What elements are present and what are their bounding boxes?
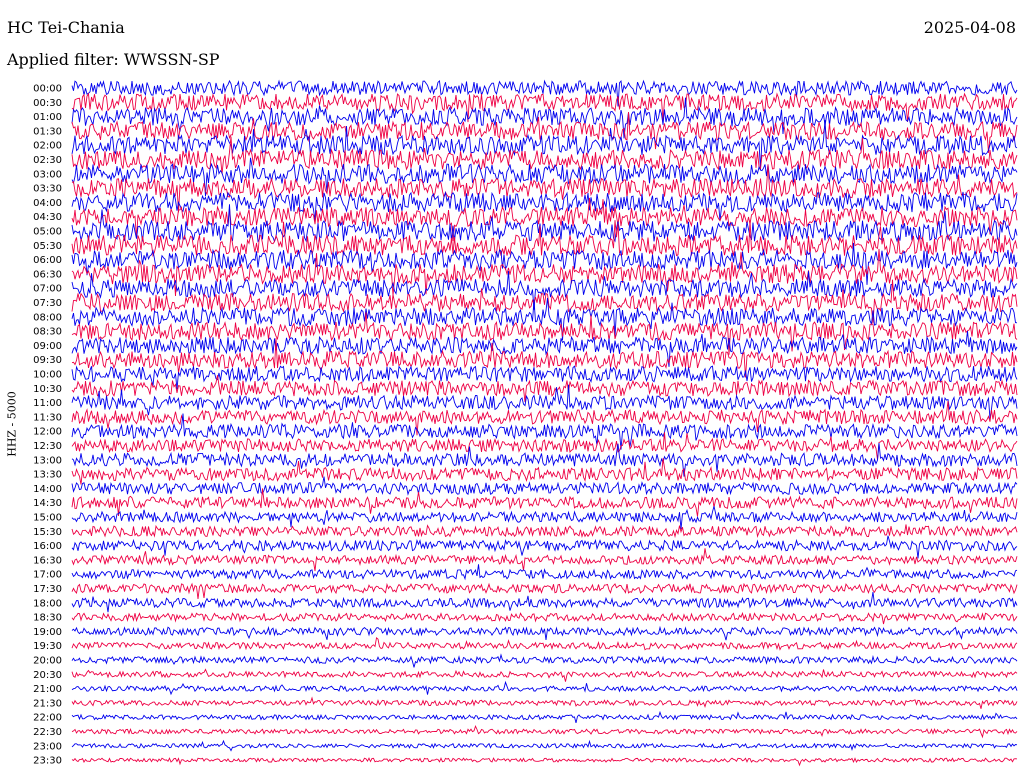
- record-date: 2025-04-08: [923, 18, 1016, 37]
- row-label-1900: 19:00: [33, 627, 62, 638]
- row-label-2330: 23:30: [33, 756, 62, 767]
- row-label-1430: 14:30: [33, 498, 62, 509]
- row-label-0900: 09:00: [33, 341, 62, 352]
- trace-row-1600: [71, 535, 1018, 559]
- trace-row-2230: [71, 724, 1018, 739]
- row-label-2100: 21:00: [33, 684, 62, 695]
- row-label-0530: 05:30: [33, 241, 62, 252]
- trace-row-0500: [71, 204, 1018, 244]
- row-label-0930: 09:30: [33, 355, 62, 366]
- row-label-1330: 13:30: [33, 470, 62, 481]
- row-label-1930: 19:30: [33, 641, 62, 652]
- row-label-0830: 08:30: [33, 327, 62, 338]
- trace-row-2030: [71, 668, 1018, 682]
- trace-row-1830: [71, 611, 1018, 625]
- row-label-0100: 01:00: [33, 112, 62, 123]
- row-label-2230: 22:30: [33, 727, 62, 738]
- trace-row-1130: [71, 401, 1018, 436]
- trace-row-1930: [71, 636, 1018, 651]
- row-label-0700: 07:00: [33, 284, 62, 295]
- trace-row-0130: [71, 111, 1018, 153]
- row-label-2200: 22:00: [33, 713, 62, 724]
- row-label-0800: 08:00: [33, 312, 62, 323]
- filter-label: Applied filter:: [7, 50, 119, 69]
- helicorder-plot: 00:00 00:30 01:00 01:30 02:00 02:30 03:00 03:30…: [33, 79, 1018, 767]
- trace-row-1530: [71, 524, 1018, 539]
- row-label-0300: 03:00: [33, 169, 62, 180]
- trace-row-1030: [71, 375, 1018, 403]
- trace-row-2200: [71, 710, 1018, 724]
- trace-row-1500: [71, 506, 1018, 530]
- row-label-0130: 01:30: [33, 126, 62, 137]
- row-label-0000: 00:00: [33, 84, 62, 95]
- trace-row-1630: [71, 548, 1018, 572]
- trace-row-1730: [71, 582, 1018, 599]
- row-label-1200: 12:00: [33, 427, 62, 438]
- trace-row-1100: [71, 384, 1018, 419]
- trace-row-1230: [71, 432, 1018, 460]
- row-label-0730: 07:30: [33, 298, 62, 309]
- row-label-0500: 05:00: [33, 227, 62, 238]
- row-label-1030: 10:30: [33, 384, 62, 395]
- row-label-2030: 20:30: [33, 670, 62, 681]
- trace-row-1700: [71, 564, 1018, 581]
- row-label-1630: 16:30: [33, 555, 62, 566]
- row-label-1700: 17:00: [33, 570, 62, 581]
- row-label-1530: 15:30: [33, 527, 62, 538]
- trace-row-2000: [71, 653, 1018, 668]
- row-label-0430: 04:30: [33, 212, 62, 223]
- row-label-2300: 23:00: [33, 741, 62, 752]
- row-label-0630: 06:30: [33, 269, 62, 280]
- trace-row-1800: [71, 591, 1018, 613]
- trace-layer: [71, 79, 1018, 767]
- trace-row-2300: [71, 739, 1018, 752]
- channel-label: HHZ - 5000: [5, 391, 19, 457]
- row-label-1230: 12:30: [33, 441, 62, 452]
- trace-row-1400: [71, 476, 1018, 496]
- trace-row-2100: [71, 680, 1018, 696]
- row-label-1600: 16:00: [33, 541, 62, 552]
- trace-row-0030: [71, 92, 1018, 123]
- row-label-0200: 02:00: [33, 141, 62, 152]
- trace-row-2330: [71, 757, 1018, 767]
- row-label-1100: 11:00: [33, 398, 62, 409]
- row-label-1300: 13:00: [33, 455, 62, 466]
- trace-row-1900: [71, 625, 1018, 641]
- station-title: HC Tei-Chania: [7, 18, 125, 37]
- trace-row-0600: [71, 242, 1018, 285]
- row-label-0600: 06:00: [33, 255, 62, 266]
- row-label-2130: 21:30: [33, 698, 62, 709]
- filter-line: Applied filter: WWSSN-SP: [7, 50, 220, 69]
- row-label-1830: 18:30: [33, 613, 62, 624]
- row-label-2000: 20:00: [33, 656, 62, 667]
- row-label-1000: 10:00: [33, 370, 62, 381]
- row-label-0230: 02:30: [33, 155, 62, 166]
- row-label-0400: 04:00: [33, 198, 62, 209]
- row-label-0330: 03:30: [33, 184, 62, 195]
- row-label-1400: 14:00: [33, 484, 62, 495]
- row-label-1800: 18:00: [33, 598, 62, 609]
- row-label-1730: 17:30: [33, 584, 62, 595]
- row-label-1130: 11:30: [33, 412, 62, 423]
- trace-row-1430: [71, 488, 1018, 517]
- filter-value: WWSSN-SP: [123, 50, 220, 69]
- row-label-layer: 00:00 00:30 01:00 01:30 02:00 02:30 03:00 03:30…: [33, 84, 62, 767]
- row-label-0030: 00:30: [33, 98, 62, 109]
- row-label-1500: 15:00: [33, 513, 62, 524]
- trace-row-2130: [71, 696, 1018, 709]
